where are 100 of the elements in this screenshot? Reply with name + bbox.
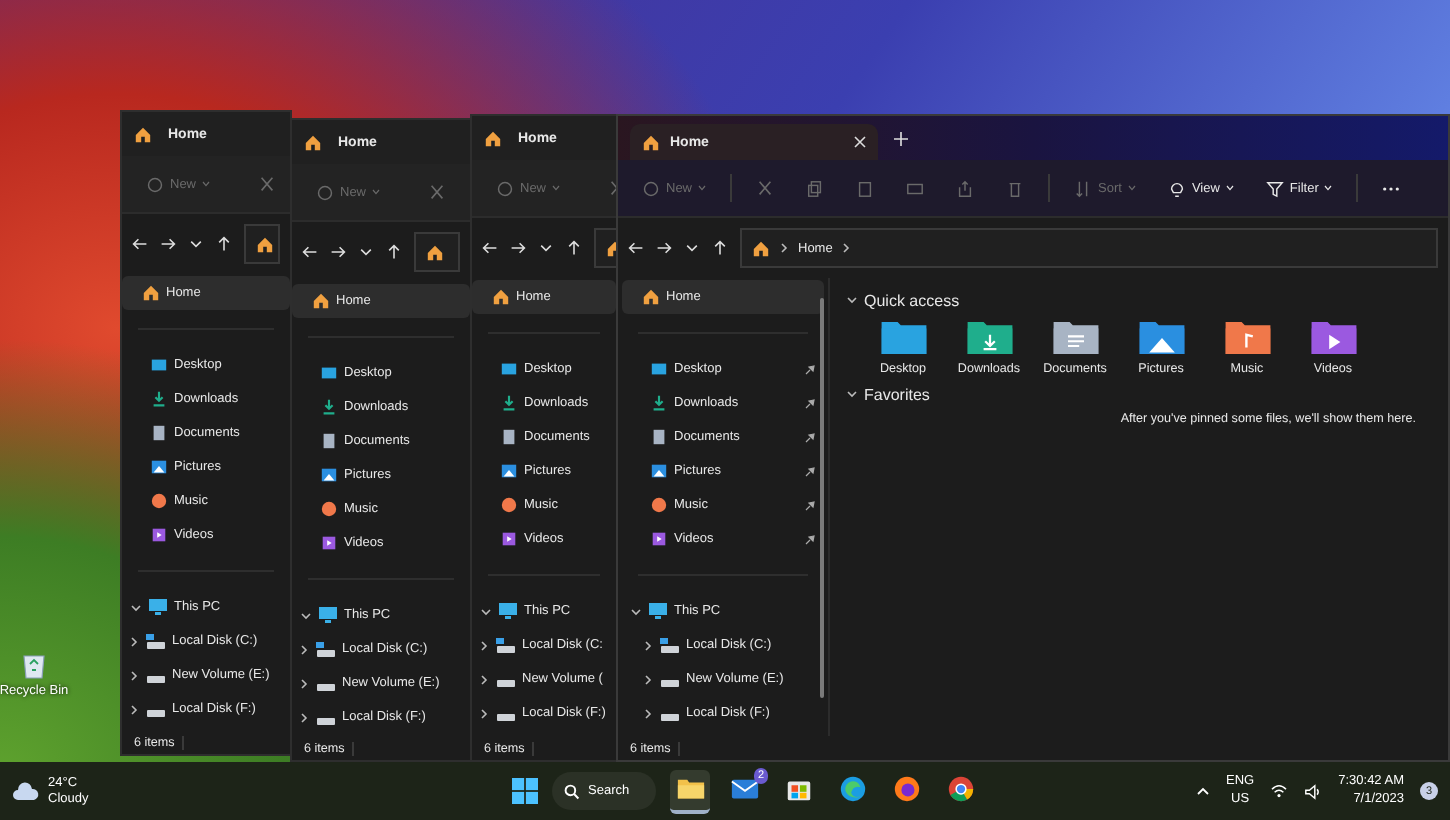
document-icon: [500, 428, 518, 446]
home-icon: [484, 129, 502, 147]
address-bar[interactable]: [414, 232, 460, 272]
home-icon: [142, 284, 160, 302]
download-icon: [150, 390, 168, 408]
chevron-down-icon[interactable]: [130, 601, 142, 613]
pin-icon[interactable]: [804, 431, 816, 443]
monitor-icon: [150, 356, 168, 374]
chevron-down-icon[interactable]: [358, 244, 374, 260]
pin-icon[interactable]: [804, 499, 816, 511]
forward-arrow-icon[interactable]: [330, 244, 346, 260]
computer-icon: [148, 598, 168, 616]
monitor-icon: [500, 360, 518, 378]
browser-icon: [945, 774, 975, 804]
chevron-up-icon[interactable]: [1196, 786, 1211, 796]
computer-icon: [318, 606, 338, 624]
home-icon: [492, 288, 510, 306]
drive-icon: [660, 637, 680, 653]
wifi-icon[interactable]: [1270, 784, 1289, 798]
scissors-icon: [756, 179, 775, 197]
back-arrow-icon[interactable]: [132, 236, 148, 252]
plus-circle-icon: [146, 175, 164, 193]
windows-logo-icon[interactable]: [512, 778, 538, 804]
home-icon: [304, 133, 322, 151]
chevron-down-icon[interactable]: [480, 605, 492, 617]
chevron-right-icon[interactable]: [128, 669, 140, 681]
home-icon: [752, 239, 770, 257]
chevron-right-icon[interactable]: [478, 639, 490, 651]
home-icon: [642, 288, 660, 306]
chevron-down-icon[interactable]: [630, 605, 642, 617]
share-icon: [956, 179, 975, 197]
back-arrow-icon[interactable]: [628, 240, 644, 256]
picture-icon: [150, 458, 168, 476]
search-icon: [564, 783, 580, 799]
pin-icon[interactable]: [804, 533, 816, 545]
folder-icon[interactable]: [1223, 318, 1271, 358]
back-arrow-icon[interactable]: [302, 244, 318, 260]
chevron-right-icon[interactable]: [478, 707, 490, 719]
monitor-icon: [320, 364, 338, 382]
folder-icon[interactable]: [1137, 318, 1185, 358]
chevron-down-icon[interactable]: [846, 388, 858, 400]
address-bar[interactable]: [244, 224, 280, 264]
caret-icon: [1225, 184, 1234, 192]
folder-icon[interactable]: [1309, 318, 1357, 358]
video-icon: [650, 530, 668, 548]
browser-icon: [891, 774, 921, 804]
drive-icon: [496, 637, 516, 653]
chevron-down-icon[interactable]: [188, 236, 204, 252]
chevron-right-icon[interactable]: [840, 242, 853, 254]
speaker-icon[interactable]: [1304, 783, 1323, 799]
chevron-right-icon[interactable]: [128, 703, 140, 715]
chevron-down-icon[interactable]: [538, 240, 554, 256]
scrollbar[interactable]: [820, 298, 824, 698]
filter-icon: [1265, 179, 1284, 197]
chevron-right-icon[interactable]: [778, 242, 790, 254]
chevron-down-icon[interactable]: [684, 240, 700, 256]
pin-icon[interactable]: [804, 465, 816, 477]
chevron-right-icon[interactable]: [478, 673, 490, 685]
folder-icon[interactable]: [965, 318, 1013, 358]
chevron-right-icon[interactable]: [298, 677, 310, 689]
home-icon: [426, 243, 444, 261]
cloud-icon: [12, 781, 40, 801]
chevron-down-icon[interactable]: [300, 609, 312, 621]
caret-icon: [698, 184, 707, 192]
clipboard-icon: [856, 179, 875, 197]
browser-icon: [837, 774, 867, 804]
download-icon: [650, 394, 668, 412]
forward-arrow-icon[interactable]: [160, 236, 176, 252]
up-arrow-icon[interactable]: [386, 244, 402, 260]
chevron-right-icon[interactable]: [298, 643, 310, 655]
copy-icon: [806, 179, 825, 197]
home-icon: [642, 133, 660, 151]
chevron-right-icon[interactable]: [642, 639, 654, 651]
section-header[interactable]: Favorites: [846, 380, 1432, 408]
folder-icon[interactable]: [879, 318, 927, 358]
recycle-bin-icon[interactable]: [20, 650, 48, 680]
up-arrow-icon[interactable]: [712, 240, 728, 256]
folder-icon: [675, 774, 705, 804]
address-bar[interactable]: [594, 228, 616, 268]
folder-icon[interactable]: [1051, 318, 1099, 358]
close-icon[interactable]: [854, 136, 866, 148]
plus-circle-icon: [642, 179, 660, 197]
section-header[interactable]: Quick access: [846, 286, 1432, 314]
chevron-right-icon[interactable]: [642, 673, 654, 685]
up-arrow-icon[interactable]: [566, 240, 582, 256]
up-arrow-icon[interactable]: [216, 236, 232, 252]
chevron-right-icon[interactable]: [128, 635, 140, 647]
taskbar-app-button[interactable]: [670, 769, 710, 813]
video-icon: [150, 526, 168, 544]
chevron-down-icon[interactable]: [846, 294, 858, 306]
chevron-right-icon[interactable]: [642, 707, 654, 719]
caret-icon: [202, 180, 211, 188]
chevron-right-icon[interactable]: [298, 711, 310, 723]
pin-icon[interactable]: [804, 363, 816, 375]
forward-arrow-icon[interactable]: [656, 240, 672, 256]
back-arrow-icon[interactable]: [482, 240, 498, 256]
plus-icon[interactable]: [894, 131, 908, 145]
picture-icon: [650, 462, 668, 480]
forward-arrow-icon[interactable]: [510, 240, 526, 256]
pin-icon[interactable]: [804, 397, 816, 409]
